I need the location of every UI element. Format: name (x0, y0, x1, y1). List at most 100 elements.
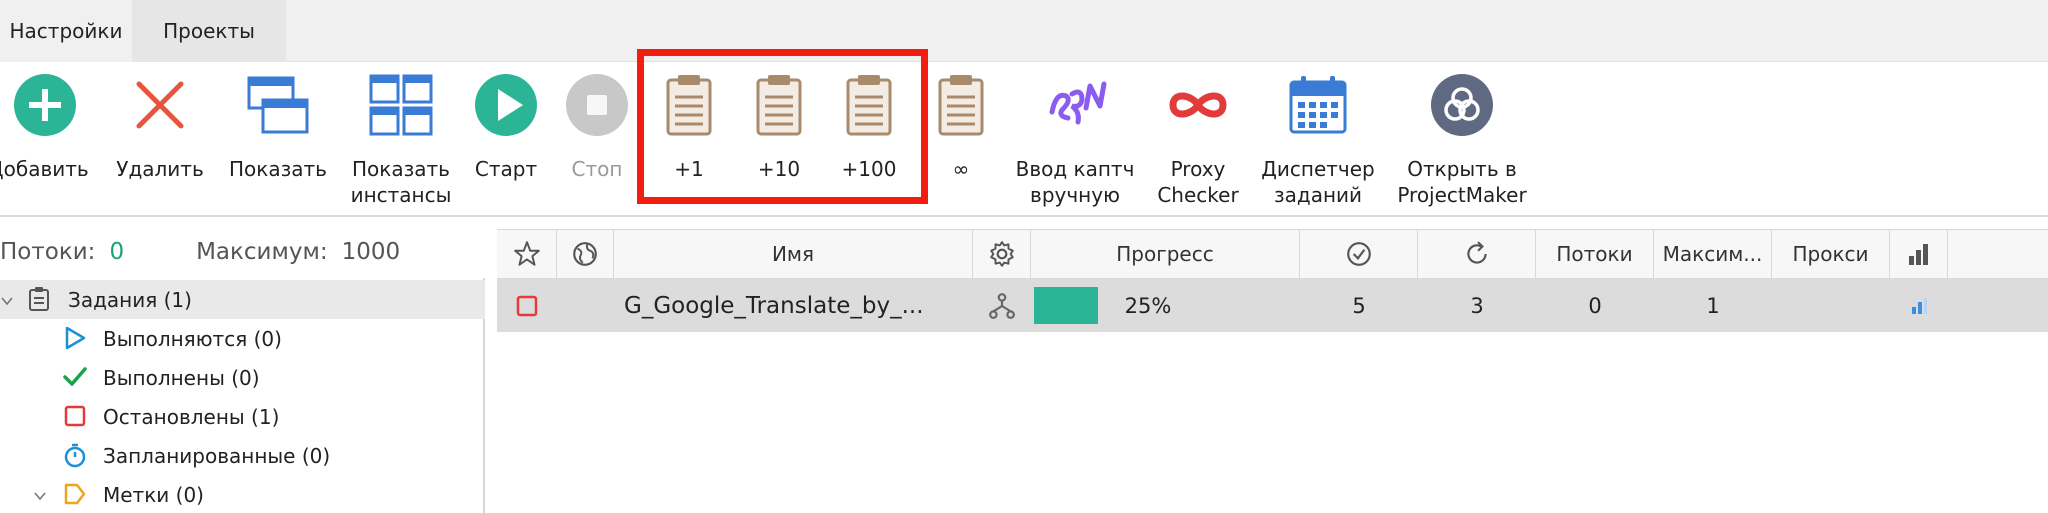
max-value: 1000 (341, 239, 401, 265)
priority-cell (1890, 279, 1948, 332)
gear-icon (989, 241, 1014, 267)
threads-column-header[interactable]: Потоки (1536, 230, 1654, 278)
proxy-cell (1772, 279, 1890, 332)
stop-circle-icon (566, 74, 628, 136)
tag-icon (64, 483, 86, 505)
close-x-icon (136, 81, 184, 129)
delete-button[interactable]: Удалить (110, 62, 210, 217)
task-manager-button[interactable]: Диспетчер заданий (1256, 62, 1380, 217)
tree-item-tags[interactable]: Метки (0) (0, 475, 485, 513)
captcha-icon (1049, 81, 1107, 125)
task-grid-header: Имя Прогресс Потоки Максим... Прокси (497, 229, 2048, 279)
chevron-down-icon[interactable] (0, 294, 14, 308)
infinity-icon (1169, 92, 1227, 118)
project-type-cell (973, 279, 1031, 332)
checkmark-icon (63, 367, 87, 386)
add-button[interactable]: Добавить (0, 62, 90, 217)
ribbon-toolbar: Добавить Удалить Показать Показать инст (0, 62, 2048, 217)
progress-column-header[interactable]: Прогресс (1031, 230, 1300, 278)
tree-item-completed[interactable]: Выполнены (0) (0, 358, 485, 397)
show-instances-label: Показать инстансы (350, 157, 452, 207)
progress-header-label: Прогресс (1116, 242, 1214, 266)
priority-bars-icon (1912, 297, 1927, 314)
tree-item-running[interactable]: Выполняются (0) (0, 319, 485, 358)
max-column-header[interactable]: Максим... (1654, 230, 1772, 278)
threads-label: Потоки: (0, 239, 96, 265)
proxy-column-header[interactable]: Прокси (1772, 230, 1890, 278)
tree-item-tasks[interactable]: Задания (1) (0, 280, 485, 319)
globe-column-header[interactable] (557, 230, 614, 278)
tree-item-label: Метки (0) (103, 482, 204, 507)
open-projectmaker-label: Открыть в ProjectMaker (1397, 157, 1527, 207)
tree-item-label: Выполняются (0) (103, 326, 282, 351)
tree-item-label: Задания (1) (68, 287, 192, 312)
tab-projects[interactable]: Проекты (132, 0, 286, 62)
tree-item-scheduled[interactable]: Запланированные (0) (0, 436, 485, 475)
clipboard-icon (29, 287, 49, 311)
clipboard-icon (938, 75, 984, 136)
threads-header-label: Потоки (1556, 242, 1633, 266)
threads-cell: 0 (1588, 293, 1602, 318)
show-instances-button[interactable]: Показать инстансы (346, 62, 456, 217)
add-circle-icon (14, 74, 76, 136)
infinite-label: ∞ (952, 157, 970, 181)
repeat-count-cell: 3 (1470, 293, 1484, 318)
priority-column-header[interactable] (1890, 230, 1948, 278)
proxy-header-label: Прокси (1792, 242, 1869, 266)
name-column-header[interactable]: Имя (614, 230, 973, 278)
windows-icon (247, 76, 309, 134)
delete-label: Удалить (116, 157, 204, 181)
infinite-button[interactable]: ∞ (920, 62, 1002, 217)
proxy-checker-button[interactable]: Proxy Checker (1148, 62, 1248, 217)
highlight-frame (637, 49, 928, 204)
play-circle-icon (475, 74, 537, 136)
done-column-header[interactable] (1300, 230, 1418, 278)
tree-item-label: Остановлены (1) (103, 404, 280, 429)
add-label: Добавить (0, 157, 89, 181)
tree-item-label: Запланированные (0) (103, 443, 331, 468)
max-header-label: Максим... (1662, 242, 1763, 266)
projectmaker-logo-icon (1431, 74, 1493, 136)
done-count-cell: 5 (1352, 293, 1366, 318)
table-row[interactable]: G_Google_Translate_by_... 25% 5 3 0 1 (497, 279, 2048, 332)
captcha-input-button[interactable]: Ввод каптч вручную (1010, 62, 1140, 217)
threads-status: Потоки: 0 Максимум: 1000 (0, 229, 485, 275)
task-manager-label: Диспетчер заданий (1261, 157, 1375, 207)
show-button[interactable]: Показать (222, 62, 334, 217)
star-icon (513, 241, 540, 266)
max-cell: 1 (1706, 293, 1720, 318)
proxy-checker-label: Proxy Checker (1157, 157, 1239, 207)
stop-square-icon (64, 405, 86, 427)
hierarchy-icon (989, 292, 1015, 319)
globe-icon (573, 242, 597, 266)
stopwatch-icon (64, 443, 86, 468)
check-circle-icon (1346, 242, 1371, 266)
start-label: Старт (474, 157, 538, 181)
play-outline-icon (65, 326, 86, 350)
tree-item-stopped[interactable]: Остановлены (1) (0, 397, 485, 436)
bar-chart-icon (1908, 244, 1928, 265)
max-label: Максимум: (196, 239, 328, 265)
start-button[interactable]: Старт (462, 62, 550, 217)
settings-column-header[interactable] (973, 230, 1031, 278)
stop-square-icon (516, 295, 538, 316)
refresh-icon (1466, 241, 1487, 264)
open-projectmaker-button[interactable]: Открыть в ProjectMaker (1390, 62, 1534, 217)
chevron-down-icon[interactable] (33, 489, 47, 503)
stop-label: Стоп (571, 157, 623, 181)
tab-settings[interactable]: Настройки (0, 0, 132, 62)
progress-bar-fill (1034, 287, 1098, 324)
grid-windows-icon (369, 74, 433, 136)
status-cell (497, 279, 557, 332)
threads-value: 0 (109, 239, 125, 265)
stop-button[interactable]: Стоп (556, 62, 638, 217)
task-tree: Задания (1) Выполняются (0) Выполнены (0… (0, 278, 485, 513)
tree-item-label: Выполнены (0) (103, 365, 260, 390)
task-grid-body (497, 332, 2048, 513)
name-header-label: Имя (771, 242, 815, 266)
progress-percent: 25% (1124, 293, 1172, 318)
repeat-column-header[interactable] (1418, 230, 1536, 278)
favorite-column-header[interactable] (497, 230, 557, 278)
show-label: Показать (229, 157, 327, 181)
tab-bar: Настройки Проекты (0, 0, 2048, 62)
